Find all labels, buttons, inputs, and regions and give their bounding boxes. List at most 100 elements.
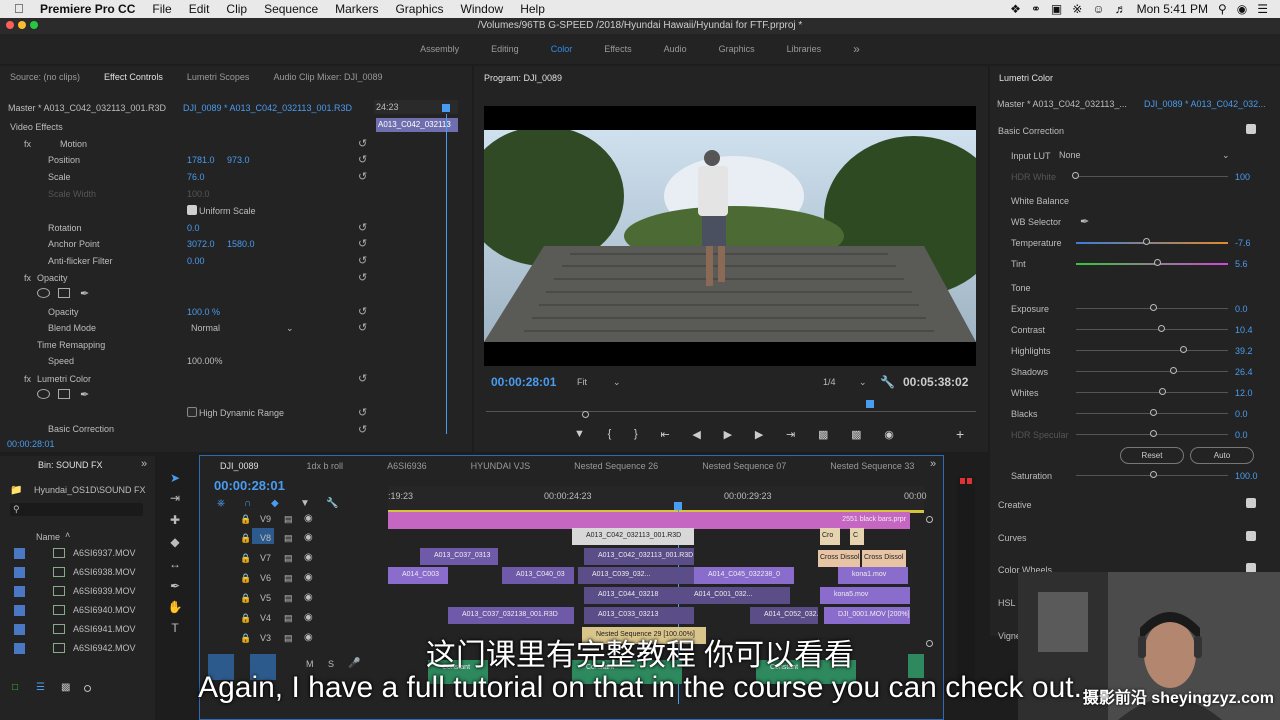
mark-out-icon[interactable]: } [634, 428, 638, 440]
hdr-checkbox[interactable] [187, 407, 197, 417]
track-label-v8[interactable]: V8 [260, 533, 271, 543]
list-item[interactable]: A6SI6938.MOV [14, 563, 136, 581]
reset-icon[interactable]: ↺ [358, 237, 367, 250]
clip-v7-d[interactable]: Cross Dissol [862, 550, 906, 567]
whites-slider[interactable] [1076, 392, 1228, 393]
highlights-knob[interactable] [1180, 346, 1187, 353]
mini-timeline-ruler[interactable]: 24:23 [374, 100, 458, 114]
tab-audio-clip-mixer[interactable]: Audio Clip Mixer: DJI_0089 [273, 72, 382, 82]
chevron-down-icon[interactable]: ⌄ [859, 377, 867, 388]
hdr-white-knob[interactable] [1072, 172, 1079, 179]
lumetri-clip[interactable]: DJI_0089 * A013_C042_032... [1144, 99, 1266, 109]
clip-v4-a[interactable]: A013_C037_032138_001.R3D [448, 607, 574, 624]
vertical-scroll-handle[interactable] [926, 516, 933, 523]
effect-controls-timecode[interactable]: 00:00:28:01 [7, 439, 55, 449]
temperature-slider[interactable] [1076, 242, 1228, 244]
apple-icon[interactable]:  [14, 2, 28, 16]
eyedropper-icon[interactable]: ✒ [1080, 215, 1089, 228]
clip-v4-b[interactable]: A013_C033_03213 [584, 607, 694, 624]
fit-select[interactable]: Fit [577, 377, 587, 387]
tone-label[interactable]: Tone [1011, 283, 1031, 293]
white-balance-label[interactable]: White Balance [1011, 196, 1069, 206]
track-label-v5[interactable]: V5 [260, 593, 271, 603]
curves-header[interactable]: Curves [998, 533, 1027, 543]
clip-v6-c[interactable]: A013_C039_032... [578, 567, 694, 584]
reset-icon[interactable]: ↺ [358, 423, 367, 436]
auto-button[interactable]: Auto [1190, 447, 1254, 464]
selection-tool-icon[interactable]: ➤ [167, 470, 183, 486]
track-label-v4[interactable]: V4 [260, 613, 271, 623]
bin-search-input[interactable]: ⚲ [10, 503, 143, 516]
tab-hyundai-vjs[interactable]: HYUNDAI VJS [471, 461, 531, 471]
motion-label[interactable]: Motion [60, 139, 87, 149]
contrast-value[interactable]: 10.4 [1235, 325, 1253, 335]
clip-v6-d[interactable]: A014_C045_032238_0 [694, 567, 794, 584]
menu-clip[interactable]: Clip [226, 2, 247, 16]
close-window-icon[interactable] [6, 21, 14, 29]
workspace-libraries[interactable]: Libraries [787, 44, 822, 54]
track-label-v6[interactable]: V6 [260, 573, 271, 583]
creative-header[interactable]: Creative [998, 500, 1032, 510]
ellipse-mask-icon[interactable] [37, 288, 50, 298]
ellipse-mask-icon[interactable] [37, 389, 50, 399]
rectangle-mask-icon[interactable] [58, 389, 70, 399]
workspace-more-button[interactable]: » [853, 42, 860, 56]
volume-icon[interactable]: ♬ [1115, 2, 1127, 16]
whites-value[interactable]: 12.0 [1235, 388, 1253, 398]
zoom-handle[interactable] [582, 411, 589, 418]
lift-icon[interactable]: ▩ [818, 428, 828, 441]
chevron-down-icon[interactable]: ⌄ [286, 323, 294, 334]
hdr-white-value[interactable]: 100 [1235, 172, 1250, 182]
creative-cloud-icon[interactable]: ⚭ [1031, 2, 1041, 16]
zoom-window-icon[interactable] [30, 21, 38, 29]
curves-checkbox[interactable] [1246, 531, 1256, 541]
saturation-knob[interactable] [1150, 471, 1157, 478]
program-scrubber[interactable] [486, 400, 976, 412]
razor-tool-icon[interactable]: ◆ [167, 534, 183, 550]
reset-icon[interactable]: ↺ [358, 305, 367, 318]
highlights-slider[interactable] [1076, 350, 1228, 351]
blend-mode-select[interactable]: Normal [191, 323, 220, 333]
mini-playhead[interactable] [442, 104, 450, 112]
camera-icon[interactable]: ◉ [884, 428, 894, 441]
clip-v5-c[interactable]: kona5.mov [820, 587, 910, 604]
snap-icon[interactable]: ∩ [244, 498, 251, 509]
rotation-value[interactable]: 0.0 [187, 223, 200, 233]
step-back-icon[interactable]: ◀ [692, 428, 700, 441]
wrench-icon[interactable]: 🔧 [880, 375, 895, 389]
tab-a6si6936[interactable]: A6SI6936 [387, 461, 427, 471]
menu-help[interactable]: Help [520, 2, 545, 16]
master-clip-label[interactable]: Master * A013_C042_032113_001.R3D [8, 103, 166, 113]
temperature-value[interactable]: -7.6 [1235, 238, 1251, 248]
lock-icon[interactable]: 🔒 [240, 593, 251, 604]
chevron-down-icon[interactable]: ⌄ [613, 377, 621, 388]
eye-icon[interactable]: ◉ [304, 592, 313, 603]
airplay-icon[interactable]: ▣ [1051, 2, 1062, 16]
lock-icon[interactable]: 🔒 [240, 514, 251, 525]
clip-v5-a[interactable]: A013_C044_03218 [584, 587, 680, 604]
menu-markers[interactable]: Markers [335, 2, 378, 16]
track-label-v9[interactable]: V9 [260, 514, 271, 524]
clip-v7-b[interactable]: A013_C042_032113_001.R3D [584, 548, 694, 565]
slip-tool-icon[interactable]: ↔ [167, 556, 183, 572]
clip-v8-a[interactable]: A013_C042_032113_001.R3D [572, 528, 694, 545]
clip-v6-a[interactable]: A014_C003 [388, 567, 448, 584]
antiflicker-value[interactable]: 0.00 [187, 256, 205, 266]
go-to-in-icon[interactable]: ⇤ [660, 428, 669, 441]
ripple-edit-tool-icon[interactable]: ✚ [167, 512, 183, 528]
sync-lock-icon[interactable]: ▤ [284, 553, 293, 564]
workspace-audio[interactable]: Audio [664, 44, 687, 54]
program-video-frame[interactable] [464, 106, 1004, 366]
highlights-value[interactable]: 39.2 [1235, 346, 1253, 356]
workspace-graphics[interactable]: Graphics [719, 44, 755, 54]
clip-v6-e[interactable]: kona1.mov [838, 567, 908, 584]
program-title[interactable]: Program: DJI_0089 [484, 73, 562, 83]
name-column-header[interactable]: Name [36, 532, 60, 542]
lumetri-title[interactable]: Lumetri Color [999, 73, 1053, 83]
siri-icon[interactable]: ◉ [1237, 2, 1247, 16]
shadows-value[interactable]: 26.4 [1235, 367, 1253, 377]
lock-icon[interactable]: 🔒 [240, 613, 251, 624]
step-forward-icon[interactable]: ▶ [755, 428, 763, 441]
tab-dji-0089[interactable]: DJI_0089 [220, 461, 259, 471]
reset-icon[interactable]: ↺ [358, 254, 367, 267]
